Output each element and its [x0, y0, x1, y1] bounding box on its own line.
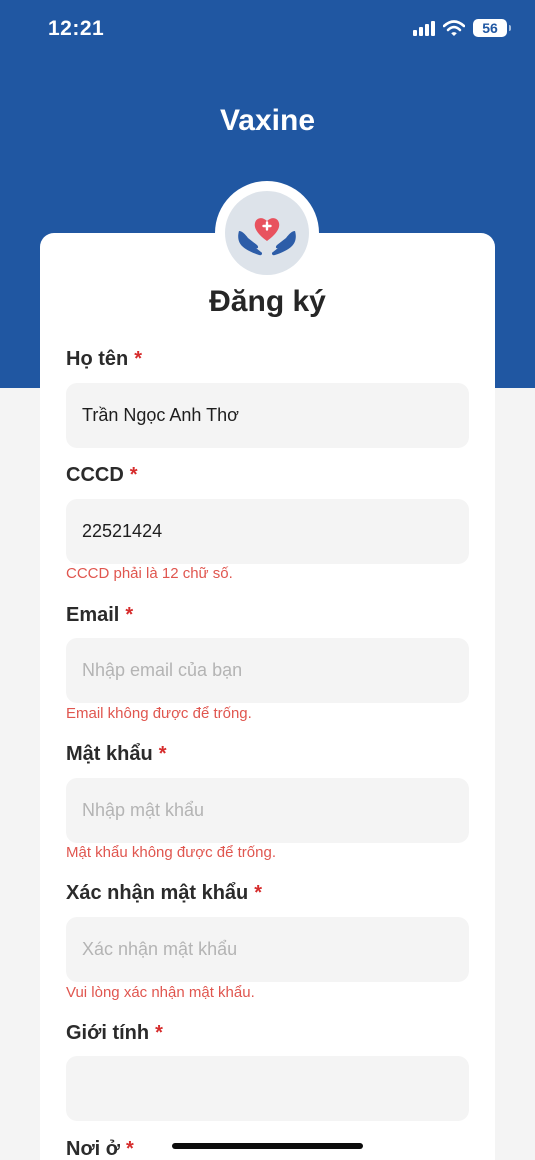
email-input[interactable]: [66, 638, 469, 703]
cellular-signal-icon: [413, 20, 435, 36]
battery-level: 56: [482, 20, 498, 36]
cccd-label-text: CCCD: [66, 464, 124, 486]
required-mark: *: [158, 743, 167, 765]
cccd-error: CCCD phải là 12 chữ số.: [66, 565, 233, 582]
email-label: Email *: [66, 604, 133, 627]
password-label: Mật khẩu *: [66, 743, 166, 766]
fullname-input[interactable]: [66, 383, 469, 448]
required-mark: *: [254, 882, 263, 904]
gender-select[interactable]: [66, 1056, 469, 1121]
fullname-label-text: Họ tên: [66, 348, 129, 370]
confirm-password-error: Vui lòng xác nhận mật khẩu.: [66, 984, 255, 1001]
gender-label: Giới tính *: [66, 1022, 163, 1045]
confirm-password-label-text: Xác nhận mật khẩu: [66, 882, 249, 904]
wifi-icon: [443, 19, 465, 36]
heart-hands-icon: [238, 218, 296, 256]
password-input[interactable]: [66, 778, 469, 843]
status-time: 12:21: [48, 17, 105, 40]
form-title: Đăng ký: [209, 285, 326, 318]
email-error: Email không được để trống.: [66, 705, 252, 722]
confirm-password-label: Xác nhận mật khẩu *: [66, 882, 262, 905]
password-label-text: Mật khẩu: [66, 743, 153, 765]
register-screen: 12:21 56 Vaxine Đăng ký Họ tên * Trần Ng…: [0, 0, 535, 1160]
app-logo: [215, 181, 319, 285]
password-error: Mật khẩu không được để trống.: [66, 844, 276, 861]
fullname-label: Họ tên *: [66, 348, 142, 371]
required-mark: *: [134, 348, 143, 370]
home-indicator: [172, 1143, 363, 1149]
battery-icon: 56: [473, 19, 511, 37]
status-icons: 56: [413, 19, 511, 37]
required-mark: *: [129, 464, 138, 486]
required-mark: *: [126, 1138, 134, 1160]
required-mark: *: [155, 1022, 163, 1044]
logo-circle: [225, 191, 309, 275]
residence-label: Nơi ở *: [66, 1138, 134, 1160]
confirm-password-input[interactable]: [66, 917, 469, 982]
cccd-label: CCCD *: [66, 464, 138, 487]
required-mark: *: [125, 604, 134, 626]
status-bar: 12:21 56: [0, 0, 535, 60]
gender-label-text: Giới tính: [66, 1022, 150, 1044]
app-title: Vaxine: [219, 104, 316, 137]
email-label-text: Email: [66, 604, 120, 626]
residence-label-text: Nơi ở: [66, 1138, 120, 1160]
cccd-input[interactable]: [66, 499, 469, 564]
